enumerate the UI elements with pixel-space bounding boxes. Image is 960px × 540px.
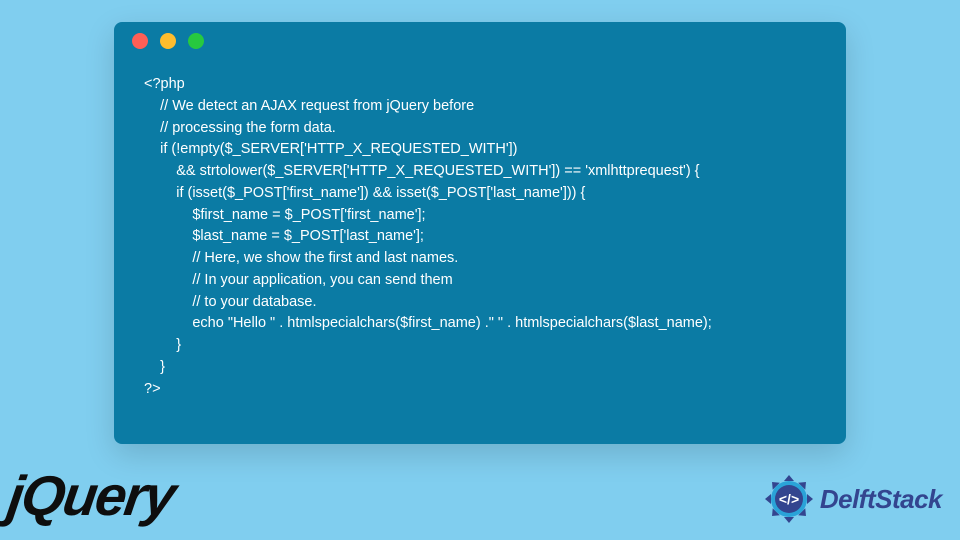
- titlebar: [114, 22, 846, 60]
- code-window: <?php // We detect an AJAX request from …: [114, 22, 846, 444]
- code-block: <?php // We detect an AJAX request from …: [114, 60, 846, 420]
- delftstack-logo: </> DelftStack: [762, 472, 942, 526]
- minimize-icon[interactable]: [160, 33, 176, 49]
- svg-text:</>: </>: [779, 491, 799, 507]
- gear-icon: </>: [762, 472, 816, 526]
- jquery-logo: jQuery: [4, 468, 178, 530]
- delftstack-label: DelftStack: [820, 484, 942, 515]
- close-icon[interactable]: [132, 33, 148, 49]
- footer: jQuery </> DelftStack: [0, 462, 960, 536]
- maximize-icon[interactable]: [188, 33, 204, 49]
